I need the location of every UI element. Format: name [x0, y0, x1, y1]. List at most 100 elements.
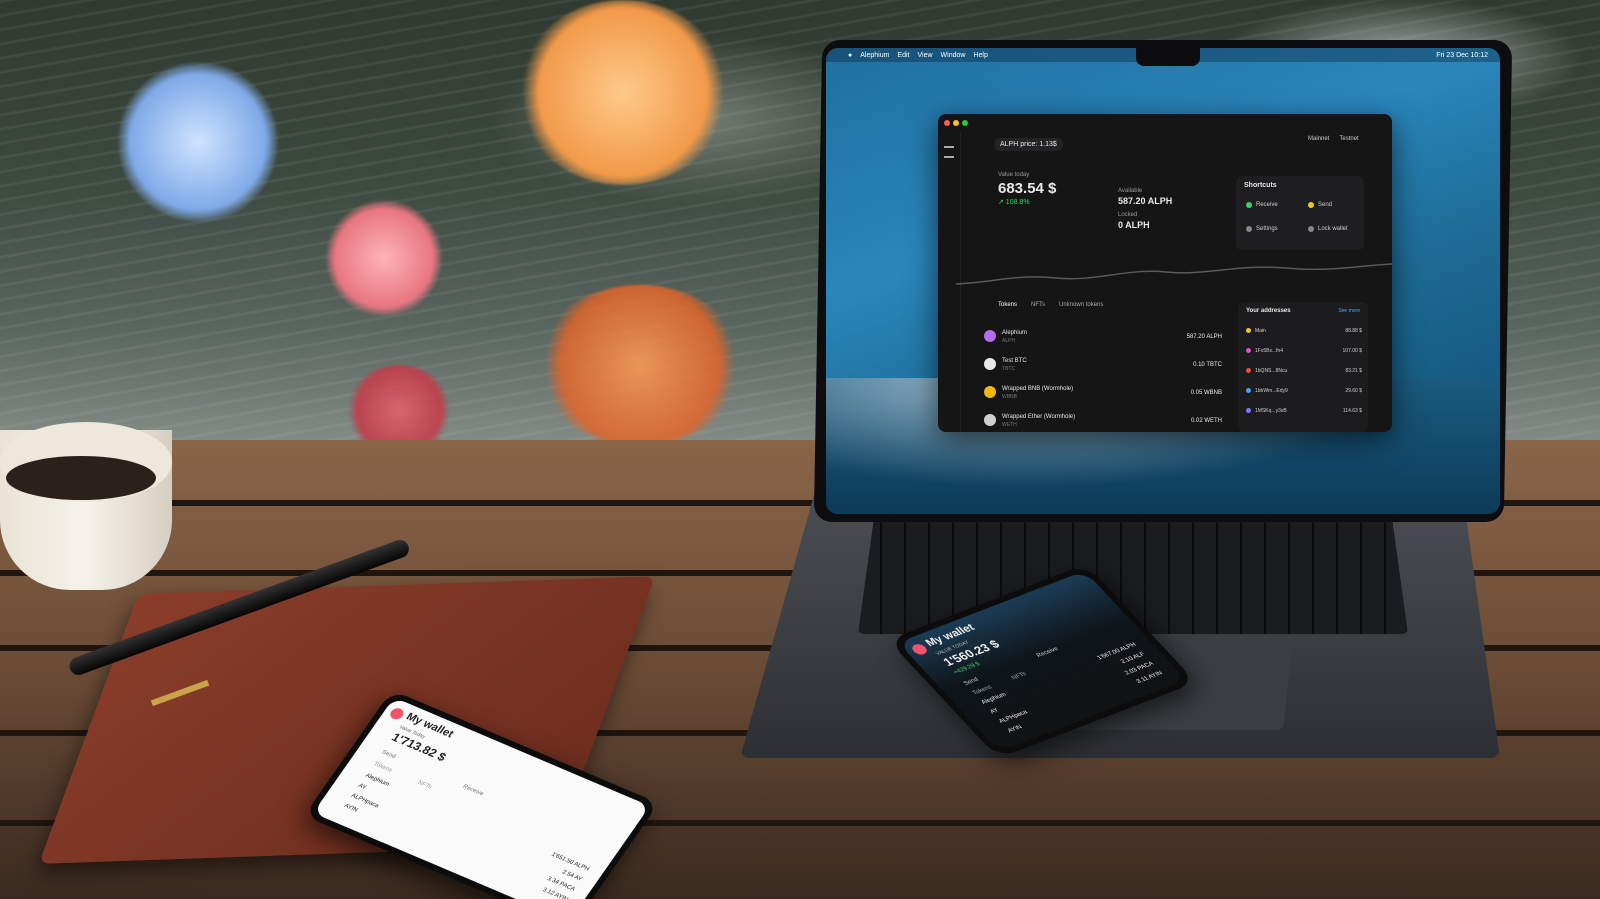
see-more-link[interactable]: See more — [1338, 308, 1360, 314]
token-amount: 1'651.50 ALPH — [549, 851, 591, 873]
token-row[interactable]: Test BTC TBTC 0.10 TBTC — [978, 352, 1230, 380]
send-icon — [1308, 202, 1314, 208]
menu-icon[interactable] — [944, 146, 954, 158]
address-value: 83.21 $ — [1345, 368, 1362, 374]
receive-button[interactable]: Receive — [1036, 646, 1061, 659]
tab-tokens[interactable]: Tokens — [998, 302, 1017, 318]
blue-flower-decoration — [118, 62, 278, 222]
address-value: 88.88 $ — [1345, 328, 1362, 334]
ether-token-icon — [984, 414, 996, 426]
minimize-window-button[interactable] — [953, 120, 959, 126]
token-name: Wrapped BNB (Wormhole) — [1002, 386, 1074, 392]
address-label: Main — [1255, 328, 1266, 334]
shortcuts-panel: Shortcuts Receive Send Settings Lock wal… — [1236, 176, 1364, 250]
address-row[interactable]: 1bQNS...8Ncu 83.21 $ — [1246, 368, 1362, 374]
address-row[interactable]: 1Fx5Bs...fn4 107.00 $ — [1246, 348, 1362, 354]
token-amount: 0.02 WETH — [1190, 418, 1222, 424]
address-color-dot — [1246, 348, 1251, 354]
tab-nfts[interactable]: NFTs — [1031, 302, 1045, 318]
menubar-help[interactable]: Help — [973, 52, 987, 59]
token-symbol: ALPH — [1002, 338, 1016, 344]
address-color-dot — [1246, 388, 1251, 394]
network-testnet[interactable]: Testnet — [1339, 136, 1358, 142]
network-switcher: Mainnet Testnet — [1308, 136, 1359, 142]
token-name[interactable]: Alephium — [980, 692, 1008, 706]
address-label: 1bbWm...Edy9 — [1255, 388, 1288, 394]
window-controls — [944, 120, 968, 126]
test-btc-token-icon — [984, 358, 996, 370]
menubar-view[interactable]: View — [917, 52, 932, 59]
orange-flower-decoration — [518, 0, 728, 185]
token-symbol: WBNB — [1002, 394, 1017, 400]
address-label: 1Fx5Bs...fn4 — [1255, 348, 1284, 354]
token-name: Test BTC — [1002, 358, 1027, 364]
token-name[interactable]: Alephium — [364, 773, 391, 788]
send-label: Send — [1318, 202, 1333, 208]
alph-price-pill: ALPH price: 1.13$ — [994, 138, 1063, 151]
menubar-window[interactable]: Window — [941, 52, 966, 59]
laptop-screen: ● Alephium Edit View Window Help Fri 23 … — [826, 48, 1500, 514]
address-label: 1MSKq...y3sB — [1255, 408, 1287, 414]
tab-tokens[interactable]: Tokens — [972, 685, 994, 697]
token-amount: 0.05 WBNB — [1190, 390, 1222, 396]
locked-value: 0 ALPH — [1118, 220, 1150, 230]
token-name: Alephium — [1002, 330, 1028, 336]
receive-label: Receive — [1256, 202, 1278, 208]
close-window-button[interactable] — [944, 120, 950, 126]
lock-wallet-shortcut[interactable]: Lock wallet — [1308, 226, 1348, 232]
apple-icon[interactable]: ● — [848, 52, 852, 59]
bnb-token-icon — [984, 386, 996, 398]
tab-tokens[interactable]: Tokens — [372, 761, 393, 773]
receive-shortcut[interactable]: Receive — [1246, 202, 1278, 208]
token-row[interactable]: Alephium ALPH 587.20 ALPH — [978, 324, 1230, 352]
address-color-dot — [1246, 368, 1251, 374]
address-row[interactable]: 1bbWm...Edy9 29.60 $ — [1246, 388, 1362, 394]
wallet-avatar[interactable] — [909, 642, 930, 657]
token-name[interactable]: ALPHpaca — [998, 710, 1029, 725]
menubar-edit[interactable]: Edit — [897, 52, 909, 59]
token-name[interactable]: AYIN — [1007, 724, 1024, 734]
menubar-app-name[interactable]: Alephium — [860, 52, 889, 59]
locked-label: Locked — [1118, 212, 1138, 218]
address-value: 107.00 $ — [1342, 348, 1362, 354]
available-label: Available — [1118, 188, 1143, 194]
token-name[interactable]: AY — [989, 708, 1000, 715]
token-symbol: WETH — [1002, 422, 1017, 428]
token-tabs: Tokens NFTs Unknown tokens — [978, 302, 1230, 318]
address-row[interactable]: Main 88.88 $ — [1246, 328, 1362, 334]
wallet-app-window: ALPH price: 1.13$ Mainnet Testnet Value … — [938, 114, 1392, 432]
value-total: 683.54 $ — [998, 180, 1057, 197]
address-row[interactable]: 1MSKq...y3sB 114.63 $ — [1246, 408, 1362, 414]
lock-icon — [1308, 226, 1314, 232]
tab-unknown-tokens[interactable]: Unknown tokens — [1059, 302, 1103, 318]
address-color-dot — [1246, 328, 1251, 334]
token-row[interactable]: Wrapped Ether (Wormhole) WETH 0.02 WETH — [978, 408, 1230, 432]
address-label: 1bQNS...8Ncu — [1255, 368, 1288, 374]
gear-icon — [1246, 226, 1252, 232]
token-amount: 587.20 ALPH — [1186, 334, 1222, 340]
receive-button[interactable]: Receive — [461, 784, 484, 797]
token-name[interactable]: AY — [357, 783, 367, 791]
token-name[interactable]: AYIN — [343, 803, 359, 813]
token-row[interactable]: Wrapped BNB (Wormhole) WBNB 0.05 WBNB — [978, 380, 1230, 408]
lock-wallet-label: Lock wallet — [1318, 226, 1348, 232]
value-history-line — [956, 263, 1392, 285]
laptop-camera-notch — [1136, 48, 1200, 66]
address-value: 114.63 $ — [1342, 408, 1362, 414]
wallet-avatar[interactable] — [387, 706, 406, 722]
token-name: Wrapped Ether (Wormhole) — [1002, 414, 1076, 420]
menubar-clock[interactable]: Fri 23 Dec 10:12 — [1436, 52, 1500, 59]
alephium-token-icon — [984, 330, 996, 342]
send-shortcut[interactable]: Send — [1308, 202, 1332, 208]
tab-nfts[interactable]: NFTs — [1011, 671, 1028, 681]
address-color-dot — [1246, 408, 1251, 414]
send-button[interactable]: Send — [380, 750, 396, 761]
send-button[interactable]: Send — [963, 677, 980, 687]
zoom-window-button[interactable] — [962, 120, 968, 126]
coffee-surface — [6, 456, 156, 500]
token-amount: 0.10 TBTC — [1193, 362, 1222, 368]
settings-shortcut[interactable]: Settings — [1246, 226, 1278, 232]
network-mainnet[interactable]: Mainnet — [1308, 136, 1329, 142]
tab-nfts[interactable]: NFTs — [416, 780, 432, 790]
token-amount: 2.54 AY — [560, 869, 584, 883]
